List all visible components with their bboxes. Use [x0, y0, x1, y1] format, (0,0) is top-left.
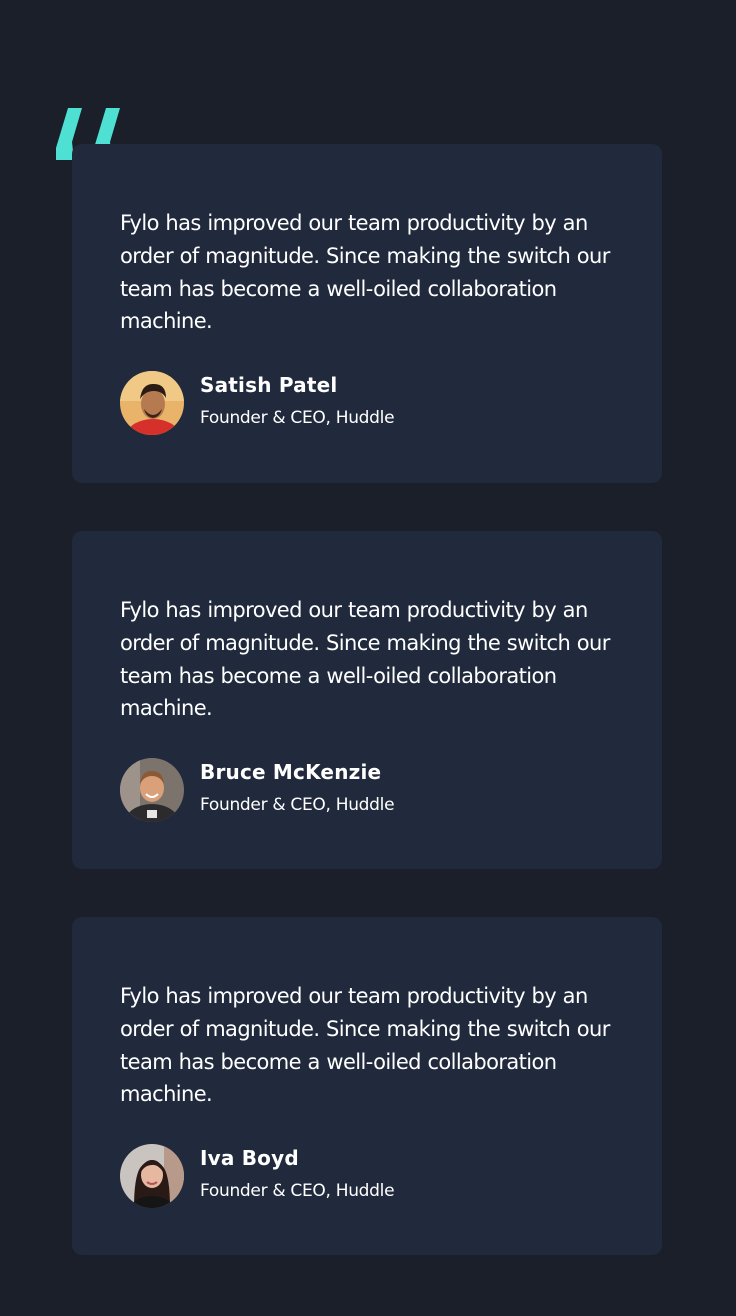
- testimonial-card: Fylo has improved our team productivity …: [72, 144, 662, 483]
- testimonial-quote: Fylo has improved our team productivity …: [120, 211, 610, 334]
- author-name: Satish Patel: [200, 373, 338, 397]
- testimonials-section: Fylo has improved our team productivity …: [0, 0, 736, 1316]
- testimonial-quote: Fylo has improved our team productivity …: [120, 598, 610, 721]
- testimonial-author: Satish Patel Founder & CEO, Huddle: [120, 371, 600, 435]
- testimonial-card: Fylo has improved our team productivity …: [72, 531, 662, 869]
- author-name: Bruce McKenzie: [200, 760, 382, 784]
- author-role: Founder & CEO, Huddle: [200, 795, 395, 815]
- testimonial-quote: Fylo has improved our team productivity …: [120, 984, 610, 1107]
- avatar: [120, 1144, 184, 1208]
- testimonial-author: Bruce McKenzie Founder & CEO, Huddle: [120, 758, 600, 822]
- testimonial-author: Iva Boyd Founder & CEO, Huddle: [120, 1144, 600, 1208]
- avatar: [120, 371, 184, 435]
- avatar: [120, 758, 184, 822]
- author-role: Founder & CEO, Huddle: [200, 1181, 395, 1201]
- author-role: Founder & CEO, Huddle: [200, 408, 395, 428]
- author-name: Iva Boyd: [200, 1146, 299, 1170]
- testimonial-card: Fylo has improved our team productivity …: [72, 917, 662, 1255]
